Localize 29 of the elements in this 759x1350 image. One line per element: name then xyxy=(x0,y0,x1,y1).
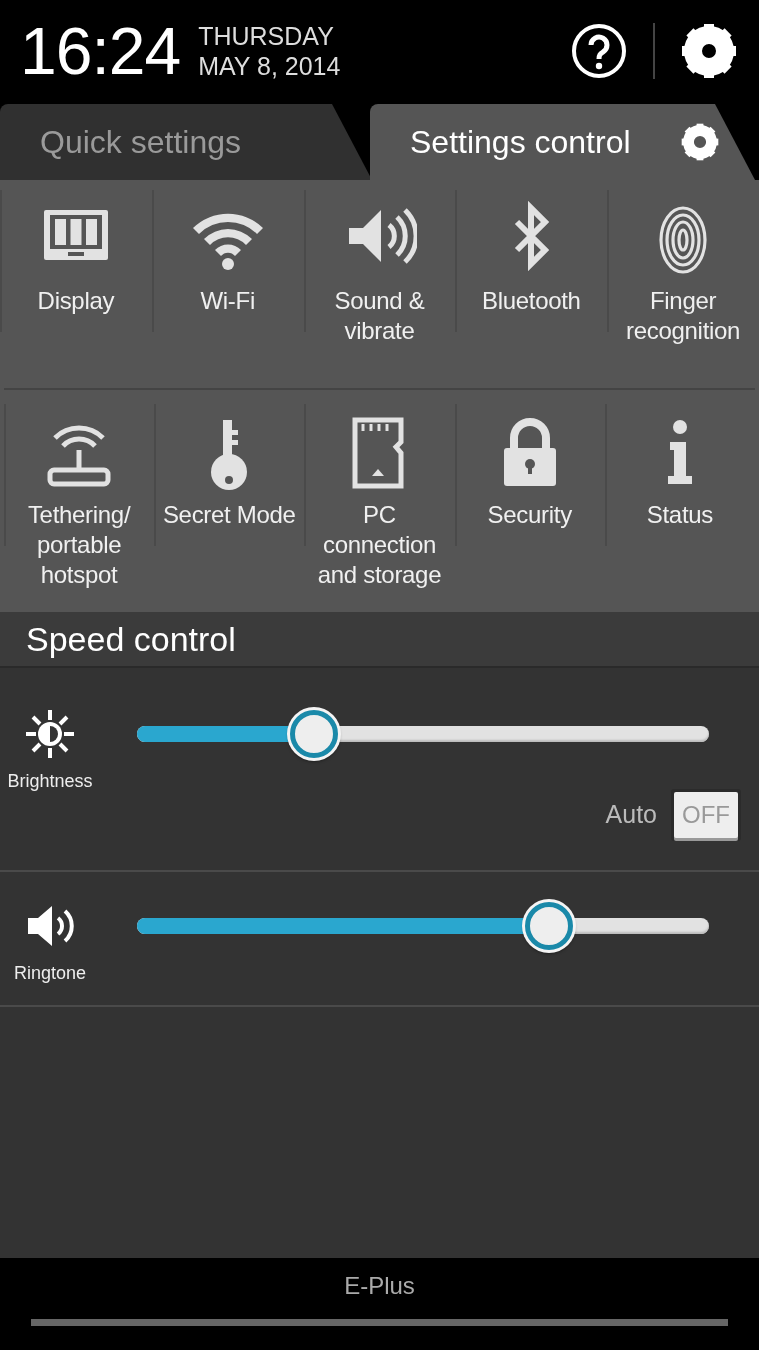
clock-time: 16:24 xyxy=(20,18,181,84)
tab[interactable]: Quick settings xyxy=(0,104,372,180)
tile-label[interactable]: Finger recognition xyxy=(613,286,754,346)
slider[interactable] xyxy=(137,900,709,952)
tab[interactable]: Settings control xyxy=(370,104,755,180)
auto-label: Auto xyxy=(605,799,657,831)
slider-handle[interactable] xyxy=(290,710,339,758)
tile-label[interactable]: PC connection and storage xyxy=(309,500,450,590)
tile-label[interactable]: Status xyxy=(646,500,713,530)
slider-handle[interactable] xyxy=(524,902,573,950)
slider-label: Brightness xyxy=(7,770,93,793)
settings-icon[interactable] xyxy=(680,123,719,161)
section-title: Speed control xyxy=(0,612,759,668)
slider[interactable] xyxy=(137,708,709,760)
settings-icon[interactable] xyxy=(681,23,737,79)
tile-label[interactable]: Wi-Fi xyxy=(200,286,255,316)
date-text: MAY 8, 2014 xyxy=(198,51,341,81)
tile-label[interactable]: Bluetooth xyxy=(481,286,581,316)
weekday-text: THURSDAY xyxy=(198,21,335,51)
carrier-name: E-Plus xyxy=(344,1271,415,1301)
tile-label[interactable]: Display xyxy=(37,286,115,316)
tile-label[interactable]: Tethering/ portable hotspot xyxy=(14,500,145,590)
tile-label[interactable]: Sound & vibrate xyxy=(314,286,445,346)
tile-label[interactable]: Security xyxy=(487,500,572,530)
slider-label: Ringtone xyxy=(13,962,87,985)
tile-label[interactable]: Secret Mode xyxy=(162,500,296,530)
brightness-icon xyxy=(24,708,76,760)
help-icon[interactable] xyxy=(571,23,627,79)
drag-handle[interactable] xyxy=(31,1319,728,1326)
